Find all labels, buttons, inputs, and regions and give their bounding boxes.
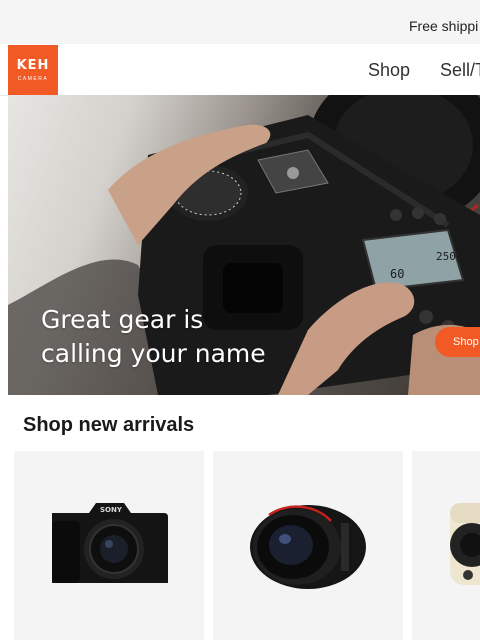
promo-bar: Free shippi [0,0,480,44]
hero-banner[interactable]: 2500 60 Great gear is calling your name … [8,95,480,395]
nav-sell-trade-link[interactable]: Sell/T [440,60,480,81]
hero-shop-button[interactable]: Shop [435,327,480,357]
mirrorless-camera-image: SONY [52,503,168,583]
lcd-top-text: 2500 [436,250,463,263]
new-arrivals-title: Shop new arrivals [23,414,195,436]
nav-shop-link[interactable]: Shop [368,60,410,81]
site-header: KEH CAMERA Shop Sell/T [0,44,480,96]
camera-lens-image [250,505,366,589]
promo-text[interactable]: Free shippi [409,18,478,34]
hero-headline-line-1: Great gear is [41,305,204,334]
keh-logo[interactable]: KEH CAMERA [8,45,58,95]
lcd-left-text: 60 [390,267,404,281]
sony-brand-mark: SONY [100,506,123,514]
product-card[interactable]: SONY [14,451,204,640]
instant-camera-image [450,503,480,585]
product-card[interactable] [213,451,403,640]
page: Free shippi KEH CAMERA Shop Sell/T [0,0,480,640]
logo-subtext: CAMERA [17,76,49,82]
hero-headline-line-2: calling your name [41,339,266,368]
hero-headline: Great gear is calling your name [41,303,266,371]
product-card[interactable] [412,451,480,640]
logo-text: KEH [16,58,50,73]
